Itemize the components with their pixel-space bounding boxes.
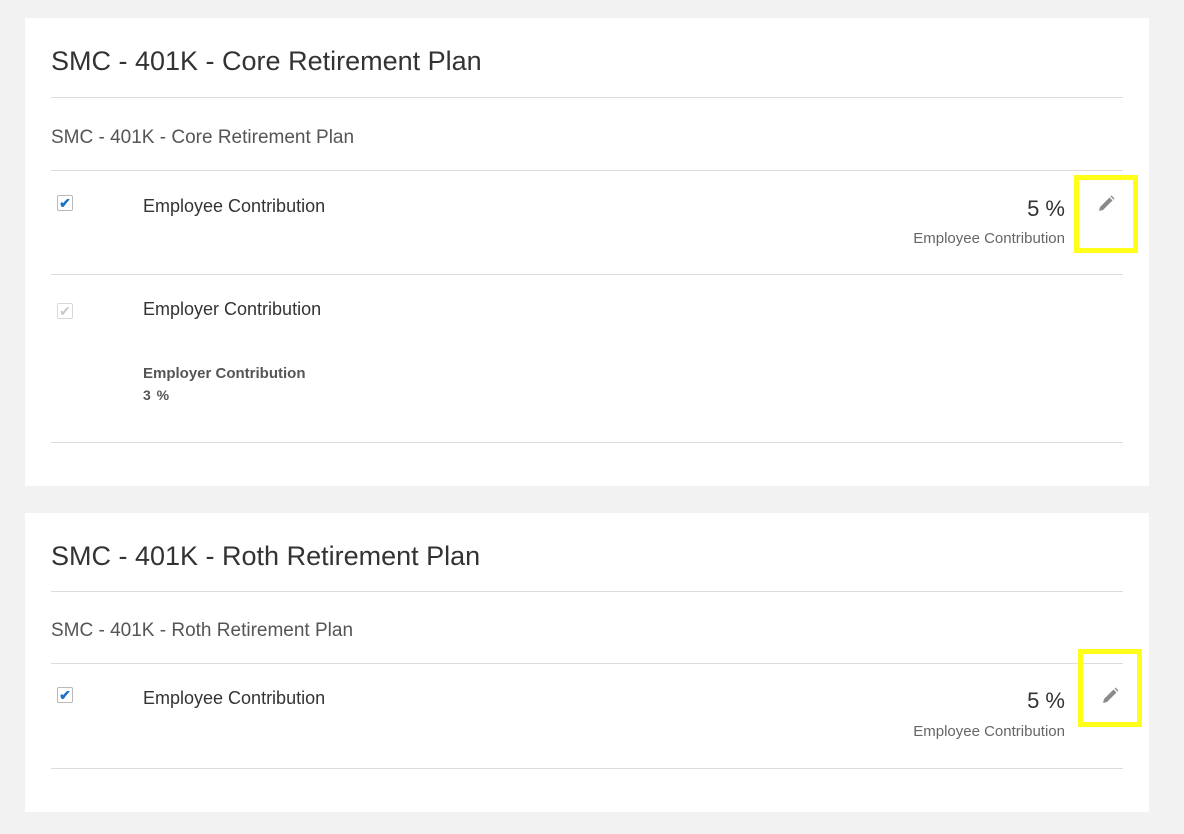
roth-plan-card: SMC - 401K - Roth Retirement Plan SMC - …	[25, 513, 1149, 812]
employee-contribution-amount: 5 %	[1027, 196, 1065, 221]
edit-employee-contribution-button[interactable]	[1074, 175, 1138, 253]
pencil-icon	[1096, 194, 1116, 214]
divider	[51, 663, 1123, 664]
employee-contribution-label: Employee Contribution	[143, 196, 326, 216]
employer-contribution-label: Employer Contribution	[143, 299, 322, 319]
employer-contribution-detail-value: 3 %	[143, 387, 171, 403]
employee-contribution-label: Employee Contribution	[143, 688, 326, 708]
divider	[51, 97, 1123, 98]
employee-contribution-amount-caption: Employee Contribution	[913, 230, 1065, 247]
edit-employee-contribution-button[interactable]	[1078, 649, 1142, 727]
divider	[51, 170, 1123, 171]
plan-title: SMC - 401K - Roth Retirement Plan	[51, 541, 481, 571]
employee-contribution-checkbox[interactable]: ✔	[57, 687, 73, 703]
employee-contribution-checkbox[interactable]: ✔	[57, 195, 73, 211]
employee-contribution-amount-caption: Employee Contribution	[913, 723, 1065, 740]
plan-subtitle: SMC - 401K - Roth Retirement Plan	[51, 620, 354, 641]
divider	[51, 591, 1123, 592]
employee-contribution-amount: 5 %	[1027, 688, 1065, 713]
employer-contribution-detail-label: Employer Contribution	[143, 365, 306, 382]
employer-contribution-checkbox: ✔	[57, 303, 73, 319]
pencil-icon	[1100, 668, 1120, 706]
divider	[51, 768, 1123, 769]
divider	[51, 442, 1123, 443]
core-plan-card: SMC - 401K - Core Retirement Plan SMC - …	[25, 18, 1149, 486]
plan-title: SMC - 401K - Core Retirement Plan	[51, 46, 482, 76]
divider	[51, 274, 1123, 275]
plan-subtitle: SMC - 401K - Core Retirement Plan	[51, 127, 355, 148]
